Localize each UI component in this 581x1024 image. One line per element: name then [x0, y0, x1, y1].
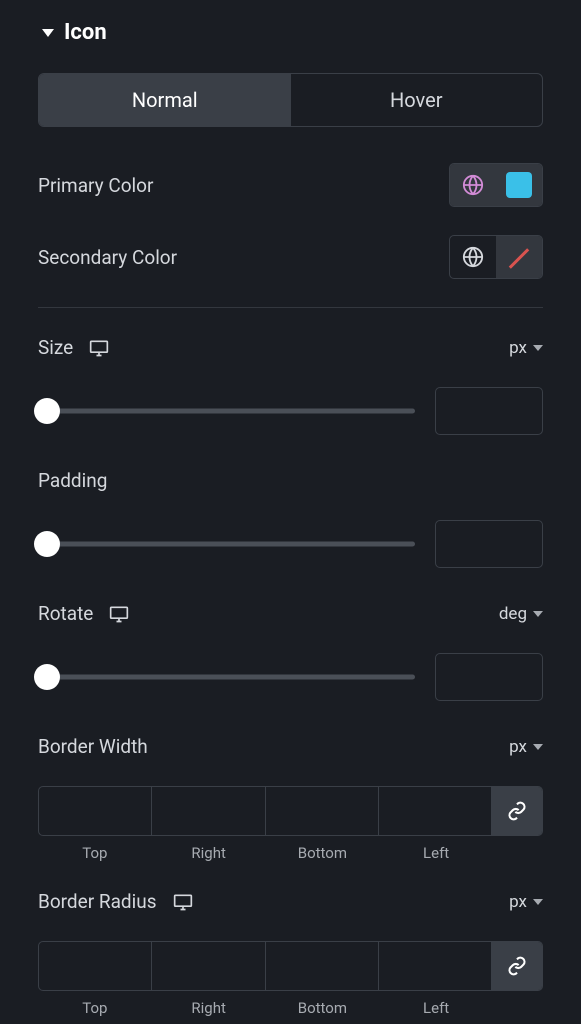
border-width-unit-select[interactable]: px [509, 737, 543, 757]
side-label-left: Left [379, 844, 493, 862]
slider-thumb[interactable] [34, 531, 60, 557]
side-label-right: Right [152, 999, 266, 1017]
primary-color-label: Primary Color [38, 174, 153, 197]
link-values-button[interactable] [492, 942, 542, 990]
primary-color-controls [449, 163, 543, 207]
size-label: Size [38, 336, 73, 359]
secondary-color-label: Secondary Color [38, 246, 177, 269]
border-radius-inputs [38, 941, 543, 991]
border-width-header: Border Width px [38, 735, 543, 758]
state-tabs: Normal Hover [38, 73, 543, 127]
rotate-unit-label: deg [499, 604, 527, 624]
caret-down-icon [42, 29, 54, 37]
divider [38, 307, 543, 308]
padding-label: Padding [38, 469, 107, 492]
side-label-bottom: Bottom [266, 999, 380, 1017]
slider-track [38, 675, 415, 680]
desktop-icon[interactable] [89, 339, 109, 357]
chevron-down-icon [533, 744, 543, 750]
border-radius-unit-select[interactable]: px [509, 892, 543, 912]
side-label-right: Right [152, 844, 266, 862]
border-width-unit-label: px [509, 737, 527, 757]
border-radius-unit-label: px [509, 892, 527, 912]
tab-hover[interactable]: Hover [291, 74, 543, 126]
slider-track [38, 409, 415, 414]
padding-header: Padding [38, 469, 543, 492]
color-swatch-button[interactable] [496, 164, 542, 206]
chevron-down-icon [533, 899, 543, 905]
side-label-top: Top [38, 844, 152, 862]
side-label-top: Top [38, 999, 152, 1017]
link-values-button[interactable] [492, 787, 542, 835]
border-radius-label: Border Radius [38, 890, 157, 913]
rotate-slider-row [38, 653, 543, 701]
border-width-top-input[interactable] [39, 787, 152, 835]
side-label-left: Left [379, 999, 493, 1017]
border-width-inputs [38, 786, 543, 836]
border-radius-bottom-input[interactable] [266, 942, 379, 990]
section-header[interactable]: Icon [24, 20, 557, 45]
link-icon [507, 801, 527, 821]
padding-input[interactable] [435, 520, 543, 568]
rotate-header: Rotate deg [38, 602, 543, 625]
padding-slider-row [38, 520, 543, 568]
color-swatch [506, 172, 532, 198]
border-radius-right-input[interactable] [152, 942, 265, 990]
border-width-side-labels: Top Right Bottom Left [38, 844, 543, 862]
size-unit-select[interactable]: px [509, 338, 543, 358]
global-color-button[interactable] [450, 164, 496, 206]
size-slider[interactable] [38, 401, 415, 421]
slider-thumb[interactable] [34, 398, 60, 424]
globe-icon [462, 246, 484, 268]
section-title: Icon [64, 20, 107, 45]
border-radius-left-input[interactable] [379, 942, 492, 990]
color-swatch-button[interactable] [496, 236, 542, 278]
padding-slider[interactable] [38, 534, 415, 554]
chevron-down-icon [533, 611, 543, 617]
size-header: Size px [38, 336, 543, 359]
rotate-unit-select[interactable]: deg [499, 604, 543, 624]
chevron-down-icon [533, 345, 543, 351]
globe-icon [462, 174, 484, 196]
global-color-button[interactable] [450, 236, 496, 278]
border-width-left-input[interactable] [379, 787, 492, 835]
size-slider-row [38, 387, 543, 435]
desktop-icon[interactable] [173, 893, 193, 911]
no-color-icon [504, 242, 534, 272]
border-radius-header: Border Radius px [38, 890, 543, 913]
rotate-input[interactable] [435, 653, 543, 701]
secondary-color-row: Secondary Color [38, 235, 543, 279]
border-radius-top-input[interactable] [39, 942, 152, 990]
border-width-bottom-input[interactable] [266, 787, 379, 835]
slider-thumb[interactable] [34, 664, 60, 690]
border-width-right-input[interactable] [152, 787, 265, 835]
border-width-label: Border Width [38, 735, 148, 758]
side-label-bottom: Bottom [266, 844, 380, 862]
rotate-label: Rotate [38, 602, 93, 625]
slider-track [38, 542, 415, 547]
size-input[interactable] [435, 387, 543, 435]
border-radius-side-labels: Top Right Bottom Left [38, 999, 543, 1017]
size-unit-label: px [509, 338, 527, 358]
secondary-color-controls [449, 235, 543, 279]
desktop-icon[interactable] [109, 605, 129, 623]
rotate-slider[interactable] [38, 667, 415, 687]
link-icon [507, 956, 527, 976]
tab-normal[interactable]: Normal [39, 74, 291, 126]
primary-color-row: Primary Color [38, 163, 543, 207]
